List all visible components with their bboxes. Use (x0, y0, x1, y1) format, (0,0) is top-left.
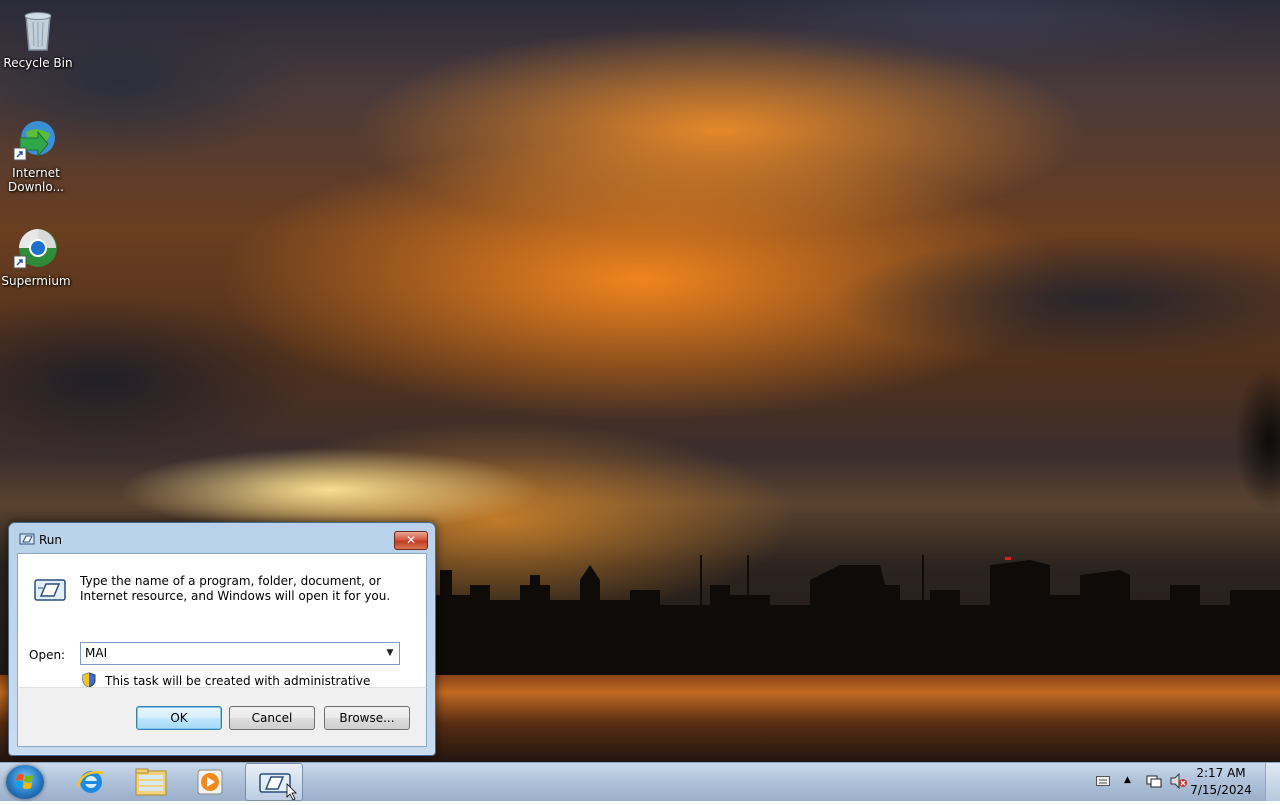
recycle-bin-icon (14, 6, 62, 54)
action-center-flag-icon[interactable] (1146, 773, 1162, 792)
internet-explorer-icon (62, 763, 120, 801)
run-description: Type the name of a program, folder, docu… (80, 574, 410, 604)
cancel-button[interactable]: Cancel (229, 706, 315, 730)
desktop-icon-label: Supermium (0, 274, 72, 288)
ok-button[interactable]: OK (136, 706, 222, 730)
internet-download-manager-icon (12, 116, 60, 164)
run-icon (246, 764, 304, 802)
desktop-icon-label: Recycle Bin (2, 56, 74, 70)
taskbar-windows-explorer[interactable] (122, 763, 180, 801)
browse-button[interactable]: Browse... (324, 706, 410, 730)
show-desktop-button[interactable] (1265, 763, 1280, 801)
chevron-down-icon[interactable]: ▼ (381, 643, 399, 664)
uac-shield-icon (82, 672, 96, 688)
taskbar-media-player[interactable] (182, 763, 240, 801)
taskbar-internet-explorer[interactable] (62, 763, 120, 801)
media-player-icon (182, 763, 240, 801)
open-label: Open: (29, 648, 65, 662)
run-content: Type the name of a program, folder, docu… (17, 553, 427, 688)
run-dialog: Run ✕ Type the name of a program, folder… (8, 522, 436, 756)
run-titlebar[interactable]: Run ✕ (9, 523, 435, 553)
run-program-icon (34, 578, 66, 602)
close-button[interactable]: ✕ (394, 531, 428, 550)
taskbar-run-dialog[interactable] (245, 763, 303, 801)
keyboard-icon[interactable] (1096, 775, 1110, 789)
run-button-bar: OK Cancel Browse... (17, 687, 427, 747)
start-button[interactable] (6, 765, 44, 799)
clock-time[interactable]: 2:17 AM (1186, 766, 1256, 780)
desktop-icon-internet-download-manager[interactable]: Internet Downlo... (0, 116, 72, 194)
clock-date[interactable]: 7/15/2024 (1186, 783, 1256, 797)
windows-orb-icon (6, 765, 44, 799)
folder-icon (122, 763, 180, 801)
close-icon: ✕ (406, 533, 416, 547)
desktop-icon-recycle-bin[interactable]: Recycle Bin (2, 6, 74, 70)
desktop-icon-supermium[interactable]: Supermium (0, 224, 72, 288)
taskbar: ▲ 2:17 AM 7/15/2024 (0, 762, 1280, 801)
run-title: Run (39, 533, 62, 547)
show-hidden-icons-chevron[interactable]: ▲ (1124, 775, 1131, 785)
run-icon (19, 533, 35, 545)
desktop-icon-label: Internet Downlo... (0, 166, 72, 194)
system-tray: ▲ 2:17 AM 7/15/2024 (1090, 763, 1280, 801)
supermium-browser-icon (12, 224, 60, 272)
wallpaper-tree (1210, 340, 1280, 540)
open-input[interactable] (85, 645, 375, 661)
open-combobox[interactable]: ▼ (80, 642, 400, 665)
wallpaper-skyline (430, 555, 1280, 675)
